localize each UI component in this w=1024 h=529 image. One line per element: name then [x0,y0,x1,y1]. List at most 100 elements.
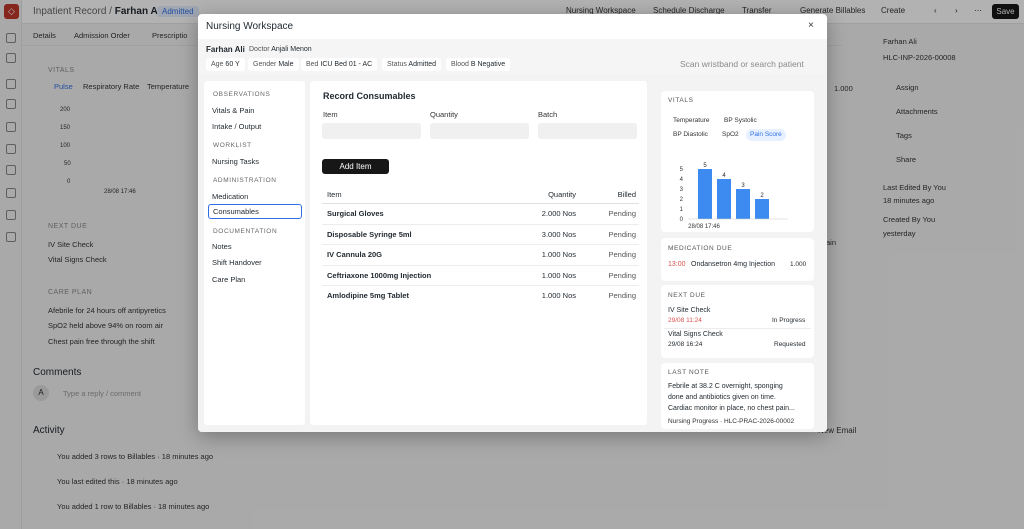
doctor-info: Doctor Anjali Menon [249,46,312,53]
chip-key: Gender [253,61,277,68]
bar[interactable] [755,199,769,219]
nav-item-vitals-pain[interactable]: Vitals & Pain [212,106,254,115]
status-chip: Status Admitted [382,58,442,71]
divider [664,328,811,329]
close-icon[interactable]: × [808,20,814,31]
row-quantity: 2.000 Nos [541,209,576,218]
table-row[interactable]: Amlodipine 5mg Tablet 1.000 Nos Pending [322,286,639,307]
bed-chip: Bed ICU Bed 01 - AC [301,58,378,71]
item-input[interactable] [322,123,421,139]
chip-value: 60 Y [225,61,240,68]
nav-item-intake-output[interactable]: Intake / Output [212,122,261,131]
bar[interactable] [736,189,750,219]
nav-section-worklist: WORKLIST [213,142,252,149]
medication-qty: 1.000 [790,261,807,268]
quantity-input[interactable] [430,123,529,139]
last-note-line: Febrile at 38.2 C overnight, sponging [668,383,783,390]
nav-section-administration: ADMINISTRATION [213,177,277,184]
vitals-chip-bp-systolic[interactable]: BP Systolic [720,115,761,127]
vitals-card-title: VITALS [668,97,694,104]
bar-value-label: 4 [722,173,726,179]
bar-value-label: 2 [760,193,764,199]
vitals-chip-spo2[interactable]: SpO2 [718,129,743,141]
nav-item-shift-handover[interactable]: Shift Handover [212,258,262,267]
blood-chip: Blood B Negative [446,58,511,71]
last-note-line: done and antibiotics given on time. [668,394,776,401]
row-quantity: 1.000 Nos [541,270,576,280]
doctor-name: Anjali Menon [271,46,312,53]
nav-item-notes[interactable]: Notes [212,242,232,251]
nav-section-observations: OBSERVATIONS [213,91,271,98]
medication-time: 13:00 [668,261,686,268]
table-header-row: Item Quantity Billed [322,185,639,204]
row-item: IV Cannula 20G [327,250,383,259]
row-quantity: 1.000 Nos [541,250,576,259]
chip-key: Bed [306,61,319,68]
table-row[interactable]: Disposable Syringe 5ml 3.000 Nos Pending [322,225,639,245]
bar[interactable] [698,169,712,219]
vitals-chip-temperature[interactable]: Temperature [669,115,714,127]
col-header-item: Item [327,190,342,199]
quantity-label: Quantity [430,110,458,119]
scan-search-input[interactable]: Scan wristband or search patient [680,59,804,69]
nav-item-consumables[interactable]: Consumables [208,204,302,219]
chip-key: Blood [451,61,469,68]
due-task-status: In Progress [772,317,806,324]
next-due-title: NEXT DUE [668,292,706,299]
due-task-status: Requested [774,341,806,348]
medication-due-title: MEDICATION DUE [668,245,733,252]
due-task-time: 29/08 16:24 [668,341,703,348]
nav-item-nursing-tasks[interactable]: Nursing Tasks [212,157,259,166]
gender-chip: Gender Male [248,58,299,71]
panel-heading: Record Consumables [323,91,416,101]
row-item: Surgical Gloves [327,209,384,218]
row-billed: Pending [608,209,636,218]
chip-value: ICU Bed 01 - AC [320,61,373,68]
table-row[interactable]: IV Cannula 20G 1.000 Nos Pending [322,245,639,266]
row-billed: Pending [608,270,636,280]
nav-item-medication[interactable]: Medication [212,192,248,201]
nursing-workspace-modal: Nursing Workspace × Farhan Ali Doctor An… [198,14,827,432]
patient-name: Farhan Ali [206,45,245,54]
due-task-name[interactable]: IV Site Check [668,307,710,314]
y-tick-label: 5 [680,167,684,173]
table-row[interactable]: Surgical Gloves 2.000 Nos Pending [322,204,639,225]
medication-name: Ondansetron 4mg Injection [691,261,776,268]
pain-score-chart: 5 4 3 2 1 0 5 4 3 2 28/08 17:46 [680,163,788,230]
modal-title: Nursing Workspace [206,21,294,32]
col-header-billed: Billed [617,190,636,199]
chip-value: Male [278,61,294,68]
y-tick-label: 0 [680,217,684,223]
due-task-name[interactable]: Vital Signs Check [668,331,723,338]
row-item: Ceftriaxone 1000mg Injection [327,270,432,280]
batch-input[interactable] [538,123,637,139]
vitals-chip-bp-diastolic[interactable]: BP Diastolic [669,129,712,141]
consumables-table: Item Quantity Billed Surgical Gloves 2.0… [322,185,639,307]
y-tick-label: 3 [680,187,684,193]
col-header-quantity: Quantity [548,190,576,199]
batch-label: Batch [538,110,558,119]
chip-value: B Negative [470,61,506,68]
row-item: Disposable Syringe 5ml [327,229,412,239]
row-billed: Pending [608,229,636,239]
row-billed: Pending [608,250,636,259]
bar[interactable] [717,179,731,219]
y-tick-label: 2 [680,197,684,203]
bar-value-label: 5 [703,163,707,169]
item-label: Item [323,110,338,119]
last-note-line: Cardiac monitor in place, no chest pain.… [668,405,795,412]
chip-key: Age [211,61,224,68]
vitals-chip-pain-score[interactable]: Pain Score [746,129,786,141]
y-tick-label: 1 [680,207,684,213]
add-item-button[interactable]: Add Item [322,159,389,174]
bar-value-label: 3 [741,183,745,189]
table-row[interactable]: Ceftriaxone 1000mg Injection 1.000 Nos P… [322,266,639,286]
nav-item-care-plan[interactable]: Care Plan [212,275,245,284]
age-chip: Age 60 Y [206,58,245,71]
last-note-title: LAST NOTE [668,369,710,376]
row-billed: Pending [608,291,636,300]
row-quantity: 1.000 Nos [541,291,576,300]
nav-section-documentation: DOCUMENTATION [213,228,278,235]
doctor-label: Doctor [249,46,270,53]
y-tick-label: 4 [680,177,684,183]
